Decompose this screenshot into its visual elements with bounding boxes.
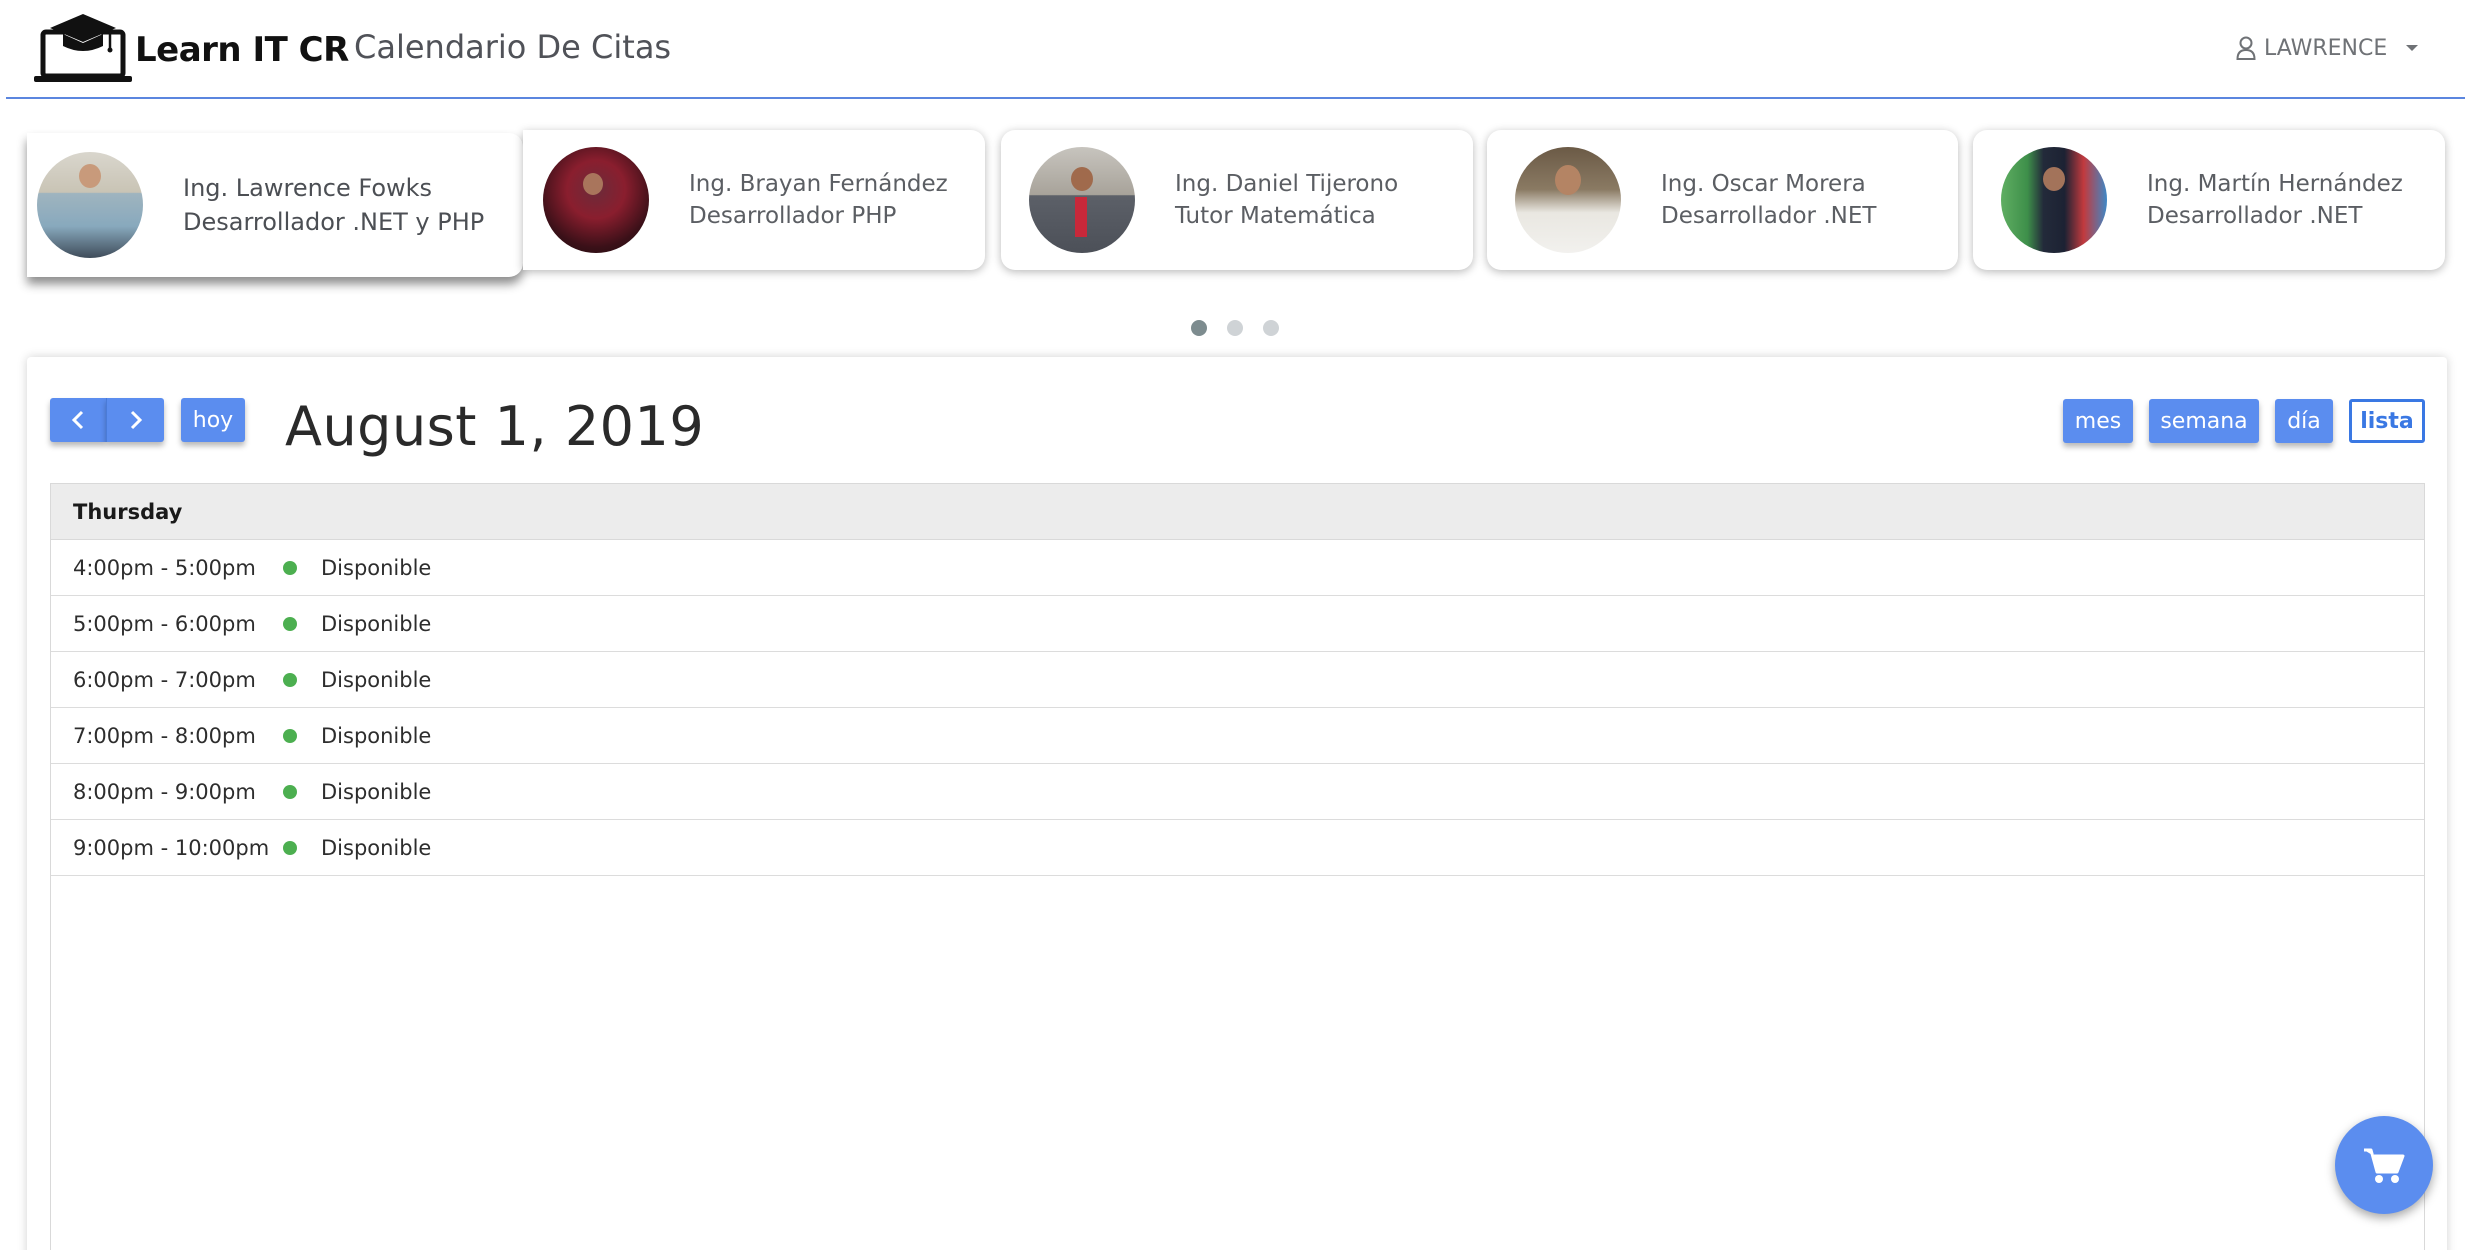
event-time: 6:00pm - 7:00pm <box>73 667 256 692</box>
page-title: Calendario De Citas <box>354 28 672 66</box>
today-button[interactable]: hoy <box>181 398 245 442</box>
event-time: 5:00pm - 6:00pm <box>73 611 256 636</box>
carousel-pagination <box>0 320 2471 336</box>
user-name: LAWRENCE <box>2264 35 2388 61</box>
event-row[interactable]: 4:00pm - 5:00pm Disponible <box>51 540 2424 596</box>
event-time: 9:00pm - 10:00pm <box>73 835 270 860</box>
user-icon <box>2236 36 2256 60</box>
event-row[interactable]: 8:00pm - 9:00pm Disponible <box>51 764 2424 820</box>
calendar-panel: hoy August 1, 2019 mes semana día lista … <box>27 357 2447 1250</box>
event-row[interactable]: 9:00pm - 10:00pm Disponible <box>51 820 2424 876</box>
carousel-dot-2[interactable] <box>1227 320 1243 336</box>
brand-name[interactable]: Learn IT CR <box>135 30 349 70</box>
carousel-dot-1[interactable] <box>1191 320 1207 336</box>
event-row[interactable]: 7:00pm - 8:00pm Disponible <box>51 708 2424 764</box>
tutor-avatar <box>1515 147 1621 253</box>
tutor-name: Ing. Oscar Morera <box>1661 171 1866 197</box>
tutor-name: Ing. Daniel Tijerono <box>1175 171 1399 197</box>
event-title: Disponible <box>321 723 432 748</box>
event-row[interactable]: 6:00pm - 7:00pm Disponible <box>51 652 2424 708</box>
tutor-name: Ing. Brayan Fernández <box>689 171 948 197</box>
chevron-left-icon <box>71 410 84 430</box>
user-menu[interactable]: LAWRENCE <box>2236 32 2419 64</box>
event-status-dot <box>283 560 297 575</box>
tutor-name: Ing. Lawrence Fowks <box>183 174 433 202</box>
event-status-dot <box>283 672 297 687</box>
tutor-avatar <box>37 152 143 258</box>
event-time: 8:00pm - 9:00pm <box>73 779 256 804</box>
event-title: Disponible <box>321 555 432 580</box>
tutor-role: Desarrollador .NET y PHP <box>183 208 485 236</box>
event-title: Disponible <box>321 835 432 860</box>
event-title: Disponible <box>321 779 432 804</box>
tutor-card-lawrence[interactable]: Ing. Lawrence Fowks Desarrollador .NET y… <box>27 133 523 277</box>
chevron-right-icon <box>130 410 142 430</box>
event-time: 4:00pm - 5:00pm <box>73 555 256 580</box>
shopping-cart-icon <box>2364 1148 2405 1183</box>
tutor-card-daniel[interactable]: Ing. Daniel Tijerono Tutor Matemática <box>1001 130 1473 270</box>
event-time: 7:00pm - 8:00pm <box>73 723 256 748</box>
event-title: Disponible <box>321 667 432 692</box>
view-list-button[interactable]: lista <box>2349 399 2425 443</box>
logo-icon[interactable] <box>34 12 132 82</box>
event-list: Thursday 4:00pm - 5:00pm Disponible 5:00pm… <box>50 483 2425 1250</box>
day-label: Thursday <box>73 499 183 524</box>
event-status-dot <box>283 784 297 799</box>
tutor-role: Desarrollador .NET <box>1661 203 1877 229</box>
next-button[interactable] <box>106 398 164 442</box>
cart-button[interactable] <box>2335 1116 2433 1214</box>
navbar: Learn IT CR Calendario De Citas LAWRENCE <box>0 0 2471 100</box>
event-status-dot <box>283 616 297 631</box>
prev-button[interactable] <box>50 398 106 442</box>
event-status-dot <box>283 840 297 855</box>
tutor-card-brayan[interactable]: Ing. Brayan Fernández Desarrollador PHP <box>523 130 985 270</box>
tutor-name: Ing. Martín Hernández <box>2147 171 2403 197</box>
tutor-avatar <box>2001 147 2107 253</box>
view-week-button[interactable]: semana <box>2149 399 2259 443</box>
tutor-role: Tutor Matemática <box>1175 203 1376 229</box>
calendar-title: August 1, 2019 <box>285 395 705 458</box>
header-divider <box>6 97 2465 99</box>
tutor-role: Desarrollador .NET <box>2147 203 2363 229</box>
carousel-dot-3[interactable] <box>1263 320 1279 336</box>
view-day-button[interactable]: día <box>2275 399 2333 443</box>
tutor-card-martin[interactable]: Ing. Martín Hernández Desarrollador .NET <box>1973 130 2445 270</box>
event-status-dot <box>283 728 297 743</box>
tutor-avatar <box>1029 147 1135 253</box>
view-month-button[interactable]: mes <box>2063 399 2133 443</box>
tutor-card-oscar[interactable]: Ing. Oscar Morera Desarrollador .NET <box>1487 130 1958 270</box>
tutor-avatar <box>543 147 649 253</box>
day-header: Thursday <box>51 484 2424 540</box>
event-title: Disponible <box>321 611 432 636</box>
tutor-carousel: Ing. Lawrence Fowks Desarrollador .NET y… <box>0 130 2471 350</box>
tutor-role: Desarrollador PHP <box>689 203 897 229</box>
event-row[interactable]: 5:00pm - 6:00pm Disponible <box>51 596 2424 652</box>
caret-down-icon <box>2406 45 2419 51</box>
